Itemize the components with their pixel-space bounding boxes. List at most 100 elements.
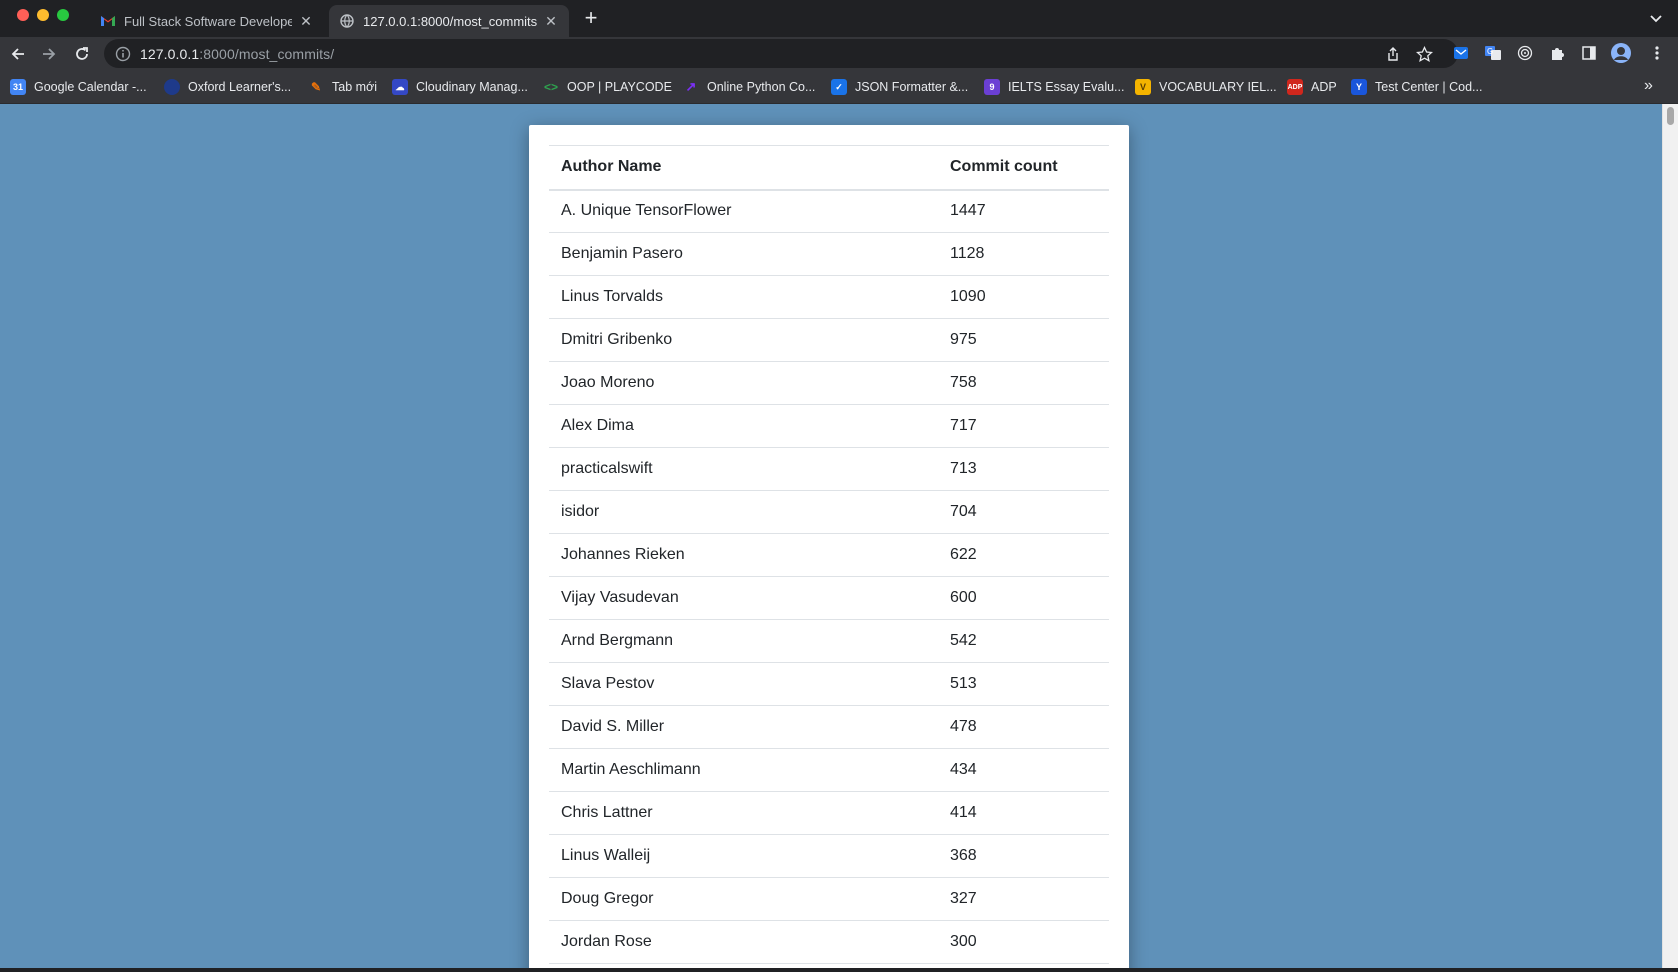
commit-count-header: Commit count: [938, 145, 1109, 191]
bookmark-label: OOP | PLAYCODE: [567, 80, 672, 94]
browser-toolbar: 127.0.0.1:8000/most_commits/ G: [0, 37, 1678, 70]
author-name-cell: Alex Dima: [549, 404, 938, 448]
author-name-cell: Linus Torvalds: [549, 275, 938, 319]
ielts-icon: 9: [984, 79, 1000, 95]
bookmark-star-icon[interactable]: [1415, 45, 1433, 63]
author-name-cell: Martin Aeschlimann: [549, 748, 938, 792]
author-name-cell: Doug Gregor: [549, 877, 938, 921]
commit-count-cell: 975: [938, 318, 1109, 362]
gmail-icon: [100, 13, 116, 29]
table-row: David S. Miller 478: [549, 705, 1109, 749]
playcode-icon: <>: [543, 80, 558, 94]
browser-menu-icon[interactable]: [1648, 44, 1666, 62]
address-bar[interactable]: 127.0.0.1:8000/most_commits/: [104, 39, 1458, 68]
commits-card: Author Name Commit count A. Unique Tenso…: [529, 125, 1129, 968]
oxford-icon: [164, 79, 180, 95]
table-row: A. Unique TensorFlower 1447: [549, 189, 1109, 233]
bookmark-label: Cloudinary Manag...: [416, 80, 528, 94]
bookmark-label: Oxford Learner's...: [188, 80, 292, 94]
side-panel-icon[interactable]: [1580, 44, 1598, 62]
table-row: Chris Lattner 414: [549, 791, 1109, 835]
table-row: Johannes Rieken 622: [549, 533, 1109, 577]
commit-count-cell: 478: [938, 705, 1109, 749]
scrollbar-thumb[interactable]: [1667, 107, 1674, 125]
check-icon: ✓: [831, 79, 847, 95]
new-tab-button[interactable]: +: [580, 7, 602, 30]
bookmark-test-center[interactable]: Y Test Center | Cod...: [1351, 78, 1482, 96]
table-row: Slava Pestov 513: [549, 662, 1109, 706]
commit-count-cell: 600: [938, 576, 1109, 620]
translate-extension-icon[interactable]: G: [1484, 44, 1502, 62]
python-icon: ↗: [685, 79, 697, 94]
table-row: Martin Aeschlimann 434: [549, 748, 1109, 792]
commit-count-cell: 713: [938, 447, 1109, 491]
bookmark-ielts-essay[interactable]: 9 IELTS Essay Evalu...: [984, 78, 1124, 96]
page-viewport: Author Name Commit count A. Unique Tenso…: [0, 104, 1678, 968]
author-name-cell: practicalswift: [549, 447, 938, 491]
table-row: Jordan Rose 300: [549, 920, 1109, 964]
table-row: isidor 704: [549, 490, 1109, 534]
back-button[interactable]: [6, 42, 30, 66]
bookmark-oxford[interactable]: Oxford Learner's...: [164, 78, 291, 96]
minimize-window-button[interactable]: [37, 9, 49, 21]
bookmark-label: Tab mới: [332, 80, 378, 94]
commit-count-cell: 622: [938, 533, 1109, 577]
commit-count-cell: 434: [938, 748, 1109, 792]
commit-count-cell: 414: [938, 791, 1109, 835]
table-row: Linus Torvalds 1090: [549, 275, 1109, 319]
author-name-cell: Joao Moreno: [549, 361, 938, 405]
reload-button[interactable]: [70, 42, 94, 66]
commit-count-cell: 1090: [938, 275, 1109, 319]
reload-icon: [76, 47, 88, 60]
tab-most-commits[interactable]: 127.0.0.1:8000/most_commits/ ✕: [329, 5, 569, 37]
bookmark-playcode[interactable]: <> OOP | PLAYCODE: [543, 78, 672, 96]
close-window-button[interactable]: [17, 9, 29, 21]
commit-count-cell: 1447: [938, 189, 1109, 233]
table-row: Doug Gregor 327: [549, 877, 1109, 921]
bookmark-tab-moi[interactable]: ✎ Tab mới: [308, 78, 377, 96]
table-row: Alex Dima 717: [549, 404, 1109, 448]
tab-search-chevron-icon[interactable]: [1646, 8, 1666, 28]
tab-close-icon[interactable]: ✕: [543, 13, 559, 29]
arrow-right-icon: [43, 48, 56, 60]
bookmark-label: ADP: [1311, 80, 1337, 94]
author-name-cell: David S. Miller: [549, 705, 938, 749]
author-name-cell: Johannes Rieken: [549, 533, 938, 577]
author-name-cell: Vijay Vasudevan: [549, 576, 938, 620]
bookmark-online-python[interactable]: ↗ Online Python Co...: [683, 78, 816, 96]
maximize-window-button[interactable]: [57, 9, 69, 21]
bookmark-vocabulary[interactable]: V VOCABULARY IEL...: [1135, 78, 1277, 96]
tab-close-icon[interactable]: ✕: [298, 13, 314, 29]
author-name-cell: A. Unique TensorFlower: [549, 189, 938, 233]
mail-extension-icon[interactable]: [1452, 44, 1470, 62]
bookmark-adp[interactable]: ADP ADP: [1287, 78, 1337, 96]
commit-count-cell: 704: [938, 490, 1109, 534]
globe-icon: [339, 13, 355, 29]
bookmark-google-calendar[interactable]: 31 Google Calendar -...: [10, 78, 147, 96]
bookmarks-bar: 31 Google Calendar -... Oxford Learner's…: [0, 70, 1678, 104]
page-scrollbar[interactable]: [1662, 104, 1678, 968]
calendar-icon: 31: [10, 79, 26, 95]
author-name-header: Author Name: [549, 145, 938, 191]
bookmark-label: VOCABULARY IEL...: [1159, 80, 1277, 94]
commit-count-cell: 717: [938, 404, 1109, 448]
share-icon[interactable]: [1384, 45, 1402, 63]
target-extension-icon[interactable]: [1516, 44, 1534, 62]
more-bookmarks-chevron-icon[interactable]: »: [1644, 77, 1653, 95]
table-row: Benjamin Pasero 1128: [549, 232, 1109, 276]
svg-text:G: G: [1487, 47, 1493, 56]
bookmark-label: Test Center | Cod...: [1375, 80, 1483, 94]
forward-button[interactable]: [37, 42, 61, 66]
profile-avatar[interactable]: [1610, 42, 1632, 64]
url-text: 127.0.0.1:8000/most_commits/: [140, 45, 335, 62]
site-info-icon[interactable]: [115, 46, 131, 62]
most-commits-table: Author Name Commit count A. Unique Tenso…: [549, 145, 1109, 964]
table-row: Linus Walleij 368: [549, 834, 1109, 878]
bookmark-json-formatter[interactable]: ✓ JSON Formatter &...: [831, 78, 968, 96]
puzzle-extensions-icon[interactable]: [1548, 44, 1566, 62]
commit-count-cell: 327: [938, 877, 1109, 921]
bookmark-cloudinary[interactable]: ☁ Cloudinary Manag...: [392, 78, 528, 96]
tab-gmail[interactable]: Full Stack Software Developer ✕: [90, 5, 324, 37]
table-row: practicalswift 713: [549, 447, 1109, 491]
tab-icon: ✎: [310, 80, 322, 94]
